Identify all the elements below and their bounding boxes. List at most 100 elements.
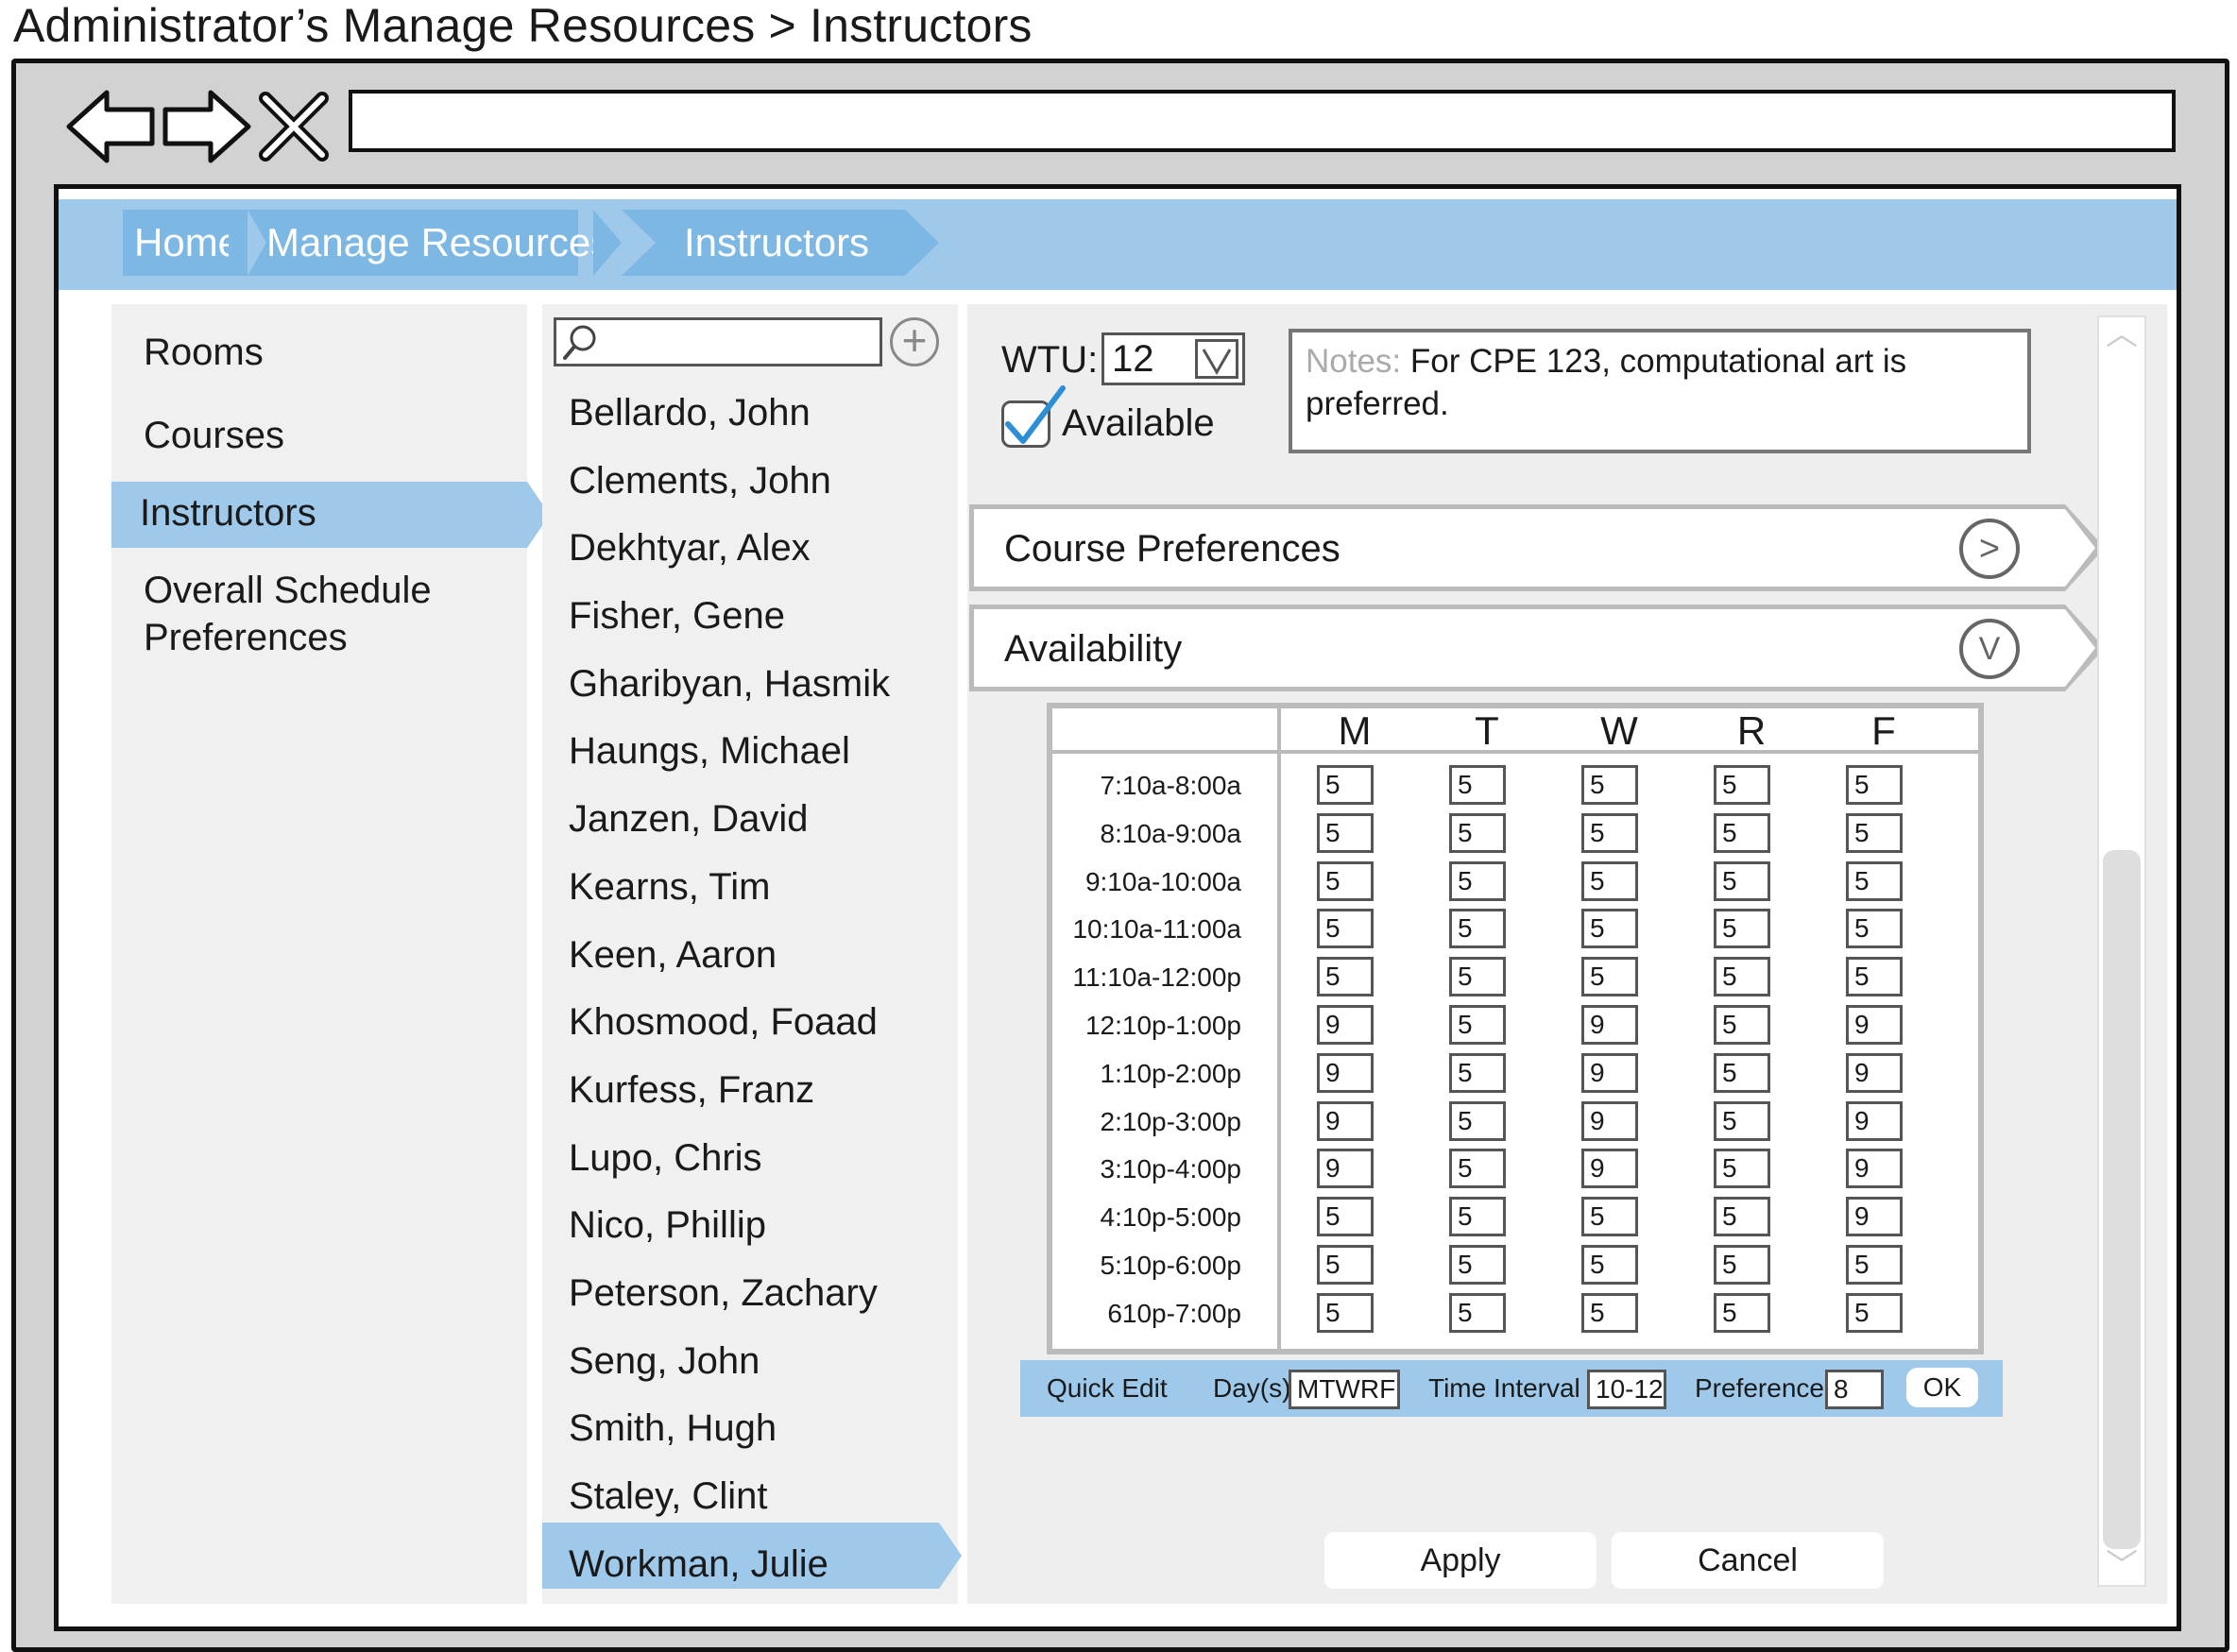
availability-cell[interactable]: 9 [1581, 1005, 1638, 1045]
availability-cell[interactable]: 5 [1846, 860, 1903, 901]
instructor-list-item[interactable]: Seng, John [542, 1328, 958, 1396]
instructor-list-item[interactable]: Dekhtyar, Alex [542, 515, 958, 583]
availability-cell[interactable]: 5 [1449, 860, 1506, 901]
instructor-list-item[interactable]: Nico, Phillip [542, 1192, 958, 1260]
sidebar-item-instructors[interactable]: Instructors [140, 489, 316, 536]
instructor-list-item[interactable]: Bellardo, John [542, 380, 958, 448]
availability-cell[interactable]: 5 [1449, 1292, 1506, 1333]
availability-cell[interactable]: 5 [1581, 765, 1638, 805]
availability-accordion[interactable]: Availability V [969, 605, 2105, 691]
back-arrow-icon[interactable] [65, 87, 156, 166]
availability-cell[interactable]: 5 [1317, 957, 1374, 997]
availability-cell[interactable]: 5 [1317, 765, 1374, 805]
availability-cell[interactable]: 5 [1714, 1100, 1770, 1141]
availability-cell[interactable]: 5 [1317, 1197, 1374, 1237]
instructor-list-item[interactable]: Fisher, Gene [542, 583, 958, 651]
availability-cell[interactable]: 5 [1714, 1292, 1770, 1333]
availability-cell[interactable]: 5 [1581, 1245, 1638, 1285]
availability-cell[interactable]: 9 [1581, 1100, 1638, 1141]
availability-cell[interactable]: 5 [1846, 765, 1903, 805]
availability-cell[interactable]: 5 [1449, 1149, 1506, 1189]
instructor-list-item[interactable]: Gharibyan, Hasmik [542, 651, 958, 719]
availability-cell[interactable]: 5 [1581, 1197, 1638, 1237]
availability-cell[interactable]: 9 [1317, 1052, 1374, 1093]
availability-cell[interactable]: 5 [1317, 909, 1374, 949]
availability-cell[interactable]: 5 [1449, 812, 1506, 853]
availability-cell[interactable]: 9 [1581, 1052, 1638, 1093]
availability-cell[interactable]: 9 [1846, 1197, 1903, 1237]
instructor-list-item[interactable]: Smith, Hugh [542, 1395, 958, 1463]
availability-cell[interactable]: 9 [1846, 1005, 1903, 1045]
quick-edit-days-input[interactable]: MTWRF [1289, 1370, 1400, 1409]
add-instructor-button[interactable]: + [890, 317, 939, 366]
scroll-down-icon[interactable]: ﹀ [2105, 1549, 2139, 1583]
availability-cell[interactable]: 5 [1846, 909, 1903, 949]
availability-cell[interactable]: 5 [1449, 1005, 1506, 1045]
sidebar-item-rooms[interactable]: Rooms [144, 329, 264, 376]
scroll-up-icon[interactable]: ︿ [2105, 317, 2139, 351]
quick-edit-interval-input[interactable]: 10-12 [1587, 1370, 1666, 1409]
url-bar[interactable] [349, 90, 2176, 152]
availability-cell[interactable]: 5 [1581, 1292, 1638, 1333]
availability-cell[interactable]: 9 [1846, 1100, 1903, 1141]
availability-cell[interactable]: 5 [1714, 1005, 1770, 1045]
availability-cell[interactable]: 5 [1714, 812, 1770, 853]
availability-cell[interactable]: 5 [1714, 1149, 1770, 1189]
notes-field[interactable]: Notes: For CPE 123, computational art is… [1289, 329, 2031, 453]
instructor-list-item[interactable]: Clements, John [542, 448, 958, 516]
availability-cell[interactable]: 5 [1846, 957, 1903, 997]
instructor-list-item[interactable]: Lupo, Chris [542, 1125, 958, 1193]
availability-cell[interactable]: 5 [1581, 860, 1638, 901]
sidebar-item-courses[interactable]: Courses [144, 412, 284, 459]
availability-cell[interactable]: 5 [1449, 957, 1506, 997]
quick-edit-preference-input[interactable]: 8 [1825, 1370, 1884, 1409]
instructor-list-item[interactable]: Workman, Julie [542, 1531, 958, 1599]
instructor-list-item[interactable]: Peterson, Zachary [542, 1260, 958, 1328]
availability-cell[interactable]: 5 [1714, 765, 1770, 805]
availability-cell[interactable]: 5 [1449, 1052, 1506, 1093]
availability-cell[interactable]: 5 [1846, 1245, 1903, 1285]
availability-cell[interactable]: 9 [1581, 1149, 1638, 1189]
availability-cell[interactable]: 5 [1449, 909, 1506, 949]
quick-edit-ok-button[interactable]: OK [1906, 1368, 1978, 1407]
availability-cell[interactable]: 5 [1714, 1197, 1770, 1237]
cancel-button[interactable]: Cancel [1612, 1532, 1884, 1589]
chevron-down-icon[interactable]: V [1959, 619, 2020, 679]
availability-cell[interactable]: 5 [1714, 909, 1770, 949]
availability-cell[interactable]: 5 [1714, 1052, 1770, 1093]
forward-arrow-icon[interactable] [162, 87, 252, 166]
availability-cell[interactable]: 5 [1449, 765, 1506, 805]
search-input[interactable] [554, 317, 882, 366]
availability-cell[interactable]: 5 [1317, 1292, 1374, 1333]
close-icon[interactable] [258, 91, 330, 162]
wtu-select[interactable]: 12 [1101, 332, 1245, 385]
apply-button[interactable]: Apply [1324, 1532, 1597, 1589]
course-preferences-accordion[interactable]: Course Preferences > [969, 504, 2105, 591]
availability-cell[interactable]: 5 [1449, 1100, 1506, 1141]
availability-cell[interactable]: 5 [1581, 909, 1638, 949]
availability-cell[interactable]: 9 [1317, 1149, 1374, 1189]
availability-cell[interactable]: 9 [1846, 1052, 1903, 1093]
instructor-list-item[interactable]: Staley, Clint [542, 1463, 958, 1531]
available-checkbox[interactable] [1001, 385, 1066, 448]
availability-cell[interactable]: 5 [1317, 812, 1374, 853]
availability-cell[interactable]: 5 [1317, 860, 1374, 901]
instructor-list-item[interactable]: Haungs, Michael [542, 718, 958, 786]
availability-cell[interactable]: 5 [1449, 1245, 1506, 1285]
availability-cell[interactable]: 9 [1317, 1005, 1374, 1045]
availability-cell[interactable]: 9 [1846, 1149, 1903, 1189]
instructor-list-item[interactable]: Keen, Aaron [542, 922, 958, 990]
availability-cell[interactable]: 5 [1317, 1245, 1374, 1285]
instructor-list-item[interactable]: Khosmood, Foaad [542, 989, 958, 1057]
instructor-list-item[interactable]: Kearns, Tim [542, 854, 958, 922]
scrollbar-thumb[interactable] [2103, 850, 2141, 1549]
sidebar-item-overall-schedule-preferences[interactable]: Overall Schedule Preferences [144, 567, 432, 661]
breadcrumb-home[interactable]: Home [123, 210, 246, 276]
availability-cell[interactable]: 5 [1846, 812, 1903, 853]
availability-cell[interactable]: 9 [1317, 1100, 1374, 1141]
breadcrumb-instructors[interactable]: Instructors [622, 210, 905, 276]
chevron-right-icon[interactable]: > [1959, 519, 2020, 579]
availability-cell[interactable]: 5 [1846, 1292, 1903, 1333]
instructor-list-item[interactable]: Kurfess, Franz [542, 1057, 958, 1125]
availability-cell[interactable]: 5 [1581, 812, 1638, 853]
